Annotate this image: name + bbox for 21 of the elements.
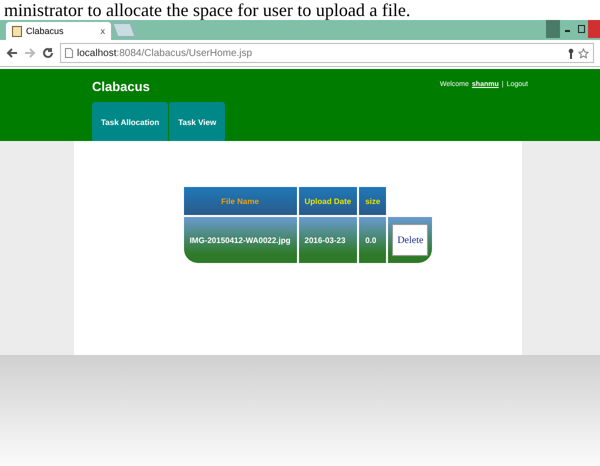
key-icon[interactable]	[568, 48, 574, 58]
site-brand[interactable]: Clabacus	[92, 79, 150, 94]
nav-tab[interactable]: Task Allocation	[92, 102, 168, 142]
browser-tab[interactable]: Clabacus x	[6, 22, 111, 40]
page-icon	[12, 26, 22, 36]
tab-close[interactable]: x	[100, 26, 105, 36]
star-icon[interactable]	[578, 48, 589, 58]
address-bar[interactable]: localhost:8084/Clabacus/UserHome.jsp	[60, 43, 594, 63]
table-cell: IMG-20150412-WA0022.jpg	[184, 217, 297, 263]
column-header: File Name	[184, 187, 297, 215]
tab-title: Clabacus	[26, 26, 64, 36]
back-icon[interactable]	[6, 47, 18, 59]
nav-tab[interactable]: Task View	[169, 102, 226, 142]
reload-icon[interactable]	[42, 47, 54, 59]
column-header: Upload Date	[298, 187, 358, 215]
delete-button[interactable]: Delete	[392, 224, 428, 256]
page-icon	[65, 48, 73, 58]
column-header: size	[359, 187, 386, 215]
table-cell: 0.0	[359, 217, 386, 263]
document-caption: ministrator to allocate the space for user to upload a file.	[3, 0, 412, 20]
table-cell: 2016-03-23	[298, 217, 358, 263]
